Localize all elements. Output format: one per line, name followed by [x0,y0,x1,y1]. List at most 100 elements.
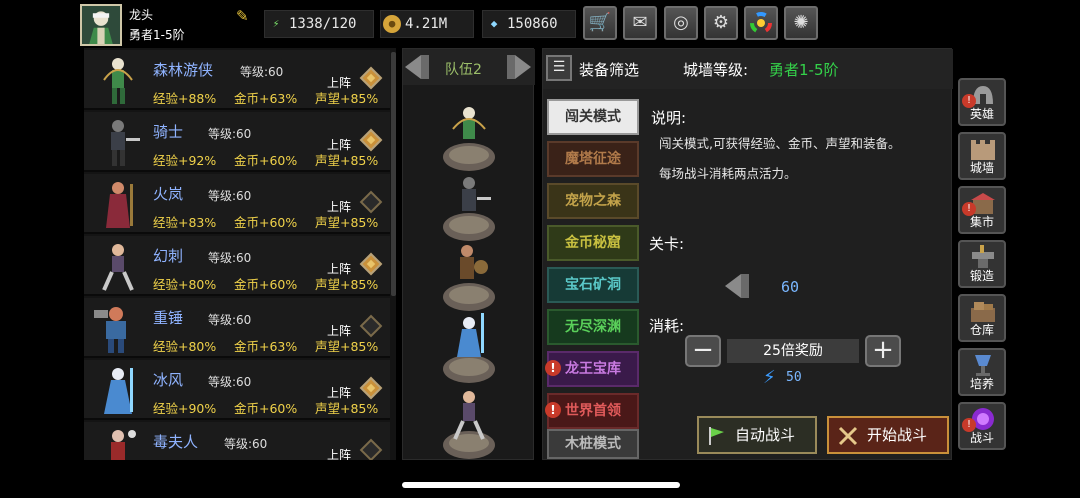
hero-gold-bonus: 金币+63% [234,339,298,354]
side-item-label: 锻造 [969,269,994,283]
mode-label: 宝石矿洞 [565,277,621,293]
deploy-label: 上阵 [327,262,352,276]
hero-row-knight[interactable]: 骑士 等级:60 经验+92% 金币+60% 声望+85% 上阵 [84,112,390,172]
gem-icon: ◆ [490,17,498,30]
hero-row-madam-poison[interactable]: 毒夫人 等级:60 上阵 [84,422,390,460]
gem-counter: ◆ 150860 [482,10,576,38]
color-wheel-icon[interactable] [744,6,778,40]
mode-pet-forest-button[interactable]: 宠物之森 [547,183,639,219]
settings-gear-icon[interactable]: ⚙ [704,6,738,40]
side-item-market[interactable]: ! 集市 [958,186,1006,234]
team-prev-arrow-icon[interactable] [401,53,431,81]
side-item-battle[interactable]: ! 战斗 [958,402,1006,450]
crossed-swords-icon [838,426,858,446]
deploy-toggle[interactable] [359,314,383,338]
deploy-toggle[interactable] [359,376,383,400]
edit-icon[interactable]: ✎ [236,8,252,24]
fireworks-icon[interactable]: ✺ [784,6,818,40]
mode-label: 龙王宝库 [565,361,621,377]
mode-label: 世界首领 [565,403,621,419]
mode-dragon-vault-button[interactable]: ! 龙王宝库 [545,351,639,387]
start-battle-button[interactable]: 开始战斗 [827,416,949,454]
side-item-cultivate[interactable]: 培养 [958,348,1006,396]
mode-label: 魔塔征途 [565,151,621,167]
hero-exp-bonus: 经验+80% [153,277,217,292]
team-slot-5[interactable] [437,383,501,463]
team-slot-1[interactable] [437,99,501,179]
hero-row-ice-wind[interactable]: 冰风 等级:60 经验+90% 金币+60% 声望+85% 上阵 [84,360,390,420]
auto-battle-button[interactable]: 自动战斗 [697,416,817,454]
mode-gold-cave-button[interactable]: 金币秘窟 [547,225,639,261]
mode-tower-button[interactable]: 魔塔征途 [547,141,639,177]
hero-list-scrollbar[interactable] [391,52,396,296]
reward-multiplier-stepper: − 25倍奖励 + [685,335,901,369]
decrease-button[interactable]: − [685,335,721,367]
shop-cart-icon[interactable]: 🛒 [583,6,617,40]
side-item-forge[interactable]: 锻造 [958,240,1006,288]
team-column: 队伍2 [401,48,535,463]
side-item-wall[interactable]: 城墙 [958,132,1006,180]
side-item-warehouse[interactable]: 仓库 [958,294,1006,342]
hero-gold-bonus: 金币+60% [234,401,298,416]
mode-label: 无尽深渊 [565,319,621,335]
hero-list[interactable]: 森林游侠 等级:60 经验+88% 金币+63% 声望+85% 上阵 骑士 等级… [84,48,396,460]
hero-row-fire-lan[interactable]: 火岚 等级:60 经验+83% 金币+60% 声望+85% 上阵 [84,174,390,234]
deploy-toggle[interactable] [359,128,383,152]
deploy-label: 上阵 [327,448,352,460]
side-item-label: 战斗 [969,431,994,445]
stage-value: 60 [781,278,800,296]
multiplier-value: 25倍奖励 [727,339,859,363]
deploy-toggle[interactable] [359,66,383,90]
hero-level: 等级:60 [240,65,284,79]
player-avatar[interactable] [80,4,122,46]
team-slot-2[interactable] [437,169,501,249]
mode-label: 金币秘窟 [565,235,621,251]
deploy-toggle[interactable] [359,252,383,276]
knight-sprite [111,120,140,166]
hero-row-heavy-hammer[interactable]: 重锤 等级:60 经验+80% 金币+63% 声望+85% 上阵 [84,298,390,358]
mode-gem-mine-button[interactable]: 宝石矿洞 [547,267,639,303]
deploy-toggle[interactable] [359,190,383,214]
deploy-label: 上阵 [327,324,352,338]
hero-name: 幻刺 [153,247,184,265]
hero-row-forest-ranger[interactable]: 森林游侠 等级:60 经验+88% 金币+63% 声望+85% 上阵 [84,50,390,110]
mode-label: 木桩模式 [565,436,621,452]
increase-button[interactable]: + [865,335,901,367]
player-rank: 勇者1-5阶 [129,28,185,42]
hero-exp-bonus: 经验+83% [153,215,217,230]
battle-mode-panel: ☰ 装备筛选 城墙等级: 勇者1-5阶 闯关模式 魔塔征途 宠物之森 金币秘窟 … [542,48,953,460]
phantom-assassin-sprite [102,244,134,291]
team-slot-4[interactable] [437,311,501,391]
mode-training-dummy-button[interactable]: 木桩模式 [547,429,639,459]
team-next-arrow-icon[interactable] [505,53,535,81]
deploy-toggle[interactable] [359,438,383,460]
hero-level: 等级:60 [208,313,252,327]
home-indicator[interactable] [402,482,680,488]
side-item-label: 培养 [969,377,994,391]
mode-endless-abyss-button[interactable]: 无尽深渊 [547,309,639,345]
hero-gold-bonus: 金币+60% [234,153,298,168]
gamepad-icon[interactable]: ◎ [664,6,698,40]
hero-row-phantom-assassin[interactable]: 幻刺 等级:60 经验+80% 金币+60% 声望+85% 上阵 [84,236,390,296]
mode-stage-button[interactable]: 闯关模式 [547,99,639,135]
team-slot-3[interactable] [437,239,501,319]
mail-icon[interactable]: ✉ [623,6,657,40]
hero-exp-bonus: 经验+92% [153,153,217,168]
hero-exp-bonus: 经验+90% [153,401,217,416]
energy-icon: ⚡ [272,17,280,30]
side-item-heroes[interactable]: ! 英雄 [958,78,1006,126]
side-item-label: 仓库 [969,323,994,337]
energy-value: 1338/120 [289,16,357,32]
gem-value: 150860 [507,16,558,32]
stage-prev-arrow-icon[interactable] [721,271,751,301]
equipment-filter-button[interactable]: ☰ [546,55,572,81]
hero-name: 骑士 [153,123,184,141]
auto-battle-label: 自动战斗 [735,426,796,444]
hero-name: 森林游侠 [153,61,214,79]
player-name: 龙头 [129,8,154,22]
energy-counter: ⚡ 1338/120 [264,10,374,38]
hero-level: 等级:60 [208,251,252,265]
heavy-hammer-sprite [94,307,126,353]
description-line: 每场战斗消耗两点活力。 [659,166,797,181]
mode-world-boss-button[interactable]: ! 世界首领 [545,393,639,429]
